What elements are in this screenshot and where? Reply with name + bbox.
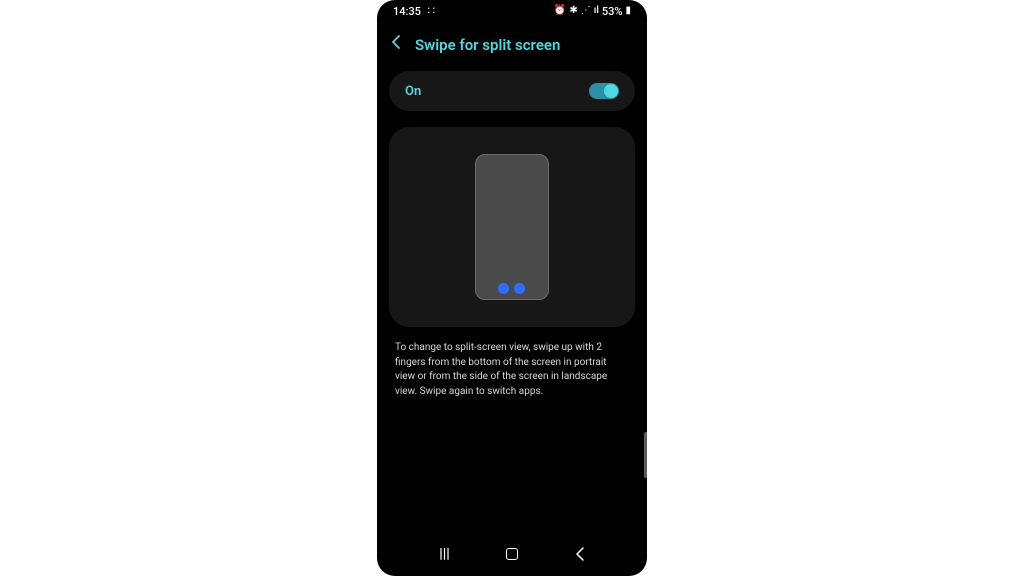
toggle-label: On bbox=[405, 84, 421, 99]
page-title: Swipe for split screen bbox=[415, 36, 560, 54]
navigation-bar: ||| bbox=[377, 538, 647, 576]
signal-icon: ıl bbox=[594, 6, 599, 16]
recents-icon: ||| bbox=[439, 546, 450, 562]
status-bar: 14:35 : : ⏰ ✱ ⋰ ıl 53% ▮ bbox=[377, 0, 647, 22]
bluetooth-icon: ✱ bbox=[569, 6, 577, 16]
recents-button[interactable]: ||| bbox=[415, 546, 475, 562]
status-left: 14:35 : : bbox=[393, 5, 435, 18]
toggle-knob bbox=[604, 84, 618, 98]
page-header: Swipe for split screen bbox=[377, 22, 647, 71]
phone-illustration bbox=[475, 154, 549, 300]
wifi-icon: ⋰ bbox=[581, 6, 591, 16]
alarm-icon: ⏰ bbox=[554, 6, 566, 16]
notification-dots-icon: : : bbox=[425, 6, 435, 16]
clock-text: 14:35 bbox=[393, 5, 421, 18]
description-text: To change to split-screen view, swipe up… bbox=[377, 341, 647, 399]
toggle-switch[interactable] bbox=[589, 83, 619, 99]
back-button[interactable] bbox=[387, 32, 405, 57]
scroll-indicator[interactable] bbox=[644, 432, 647, 478]
status-right: ⏰ ✱ ⋰ ıl 53% ▮ bbox=[554, 5, 631, 18]
toggle-row[interactable]: On bbox=[389, 71, 635, 111]
chevron-left-icon bbox=[574, 546, 586, 562]
device-screen: 14:35 : : ⏰ ✱ ⋰ ıl 53% ▮ Swipe for split… bbox=[377, 0, 647, 576]
home-button[interactable] bbox=[482, 548, 542, 560]
battery-text: 53% bbox=[602, 5, 623, 18]
finger-dot-icon bbox=[498, 283, 509, 294]
illustration-card bbox=[389, 127, 635, 327]
back-nav-button[interactable] bbox=[550, 546, 610, 562]
chevron-left-icon bbox=[391, 34, 401, 50]
finger-dot-icon bbox=[514, 283, 525, 294]
home-icon bbox=[506, 548, 518, 560]
battery-icon: ▮ bbox=[625, 6, 631, 16]
spacer bbox=[377, 399, 647, 538]
